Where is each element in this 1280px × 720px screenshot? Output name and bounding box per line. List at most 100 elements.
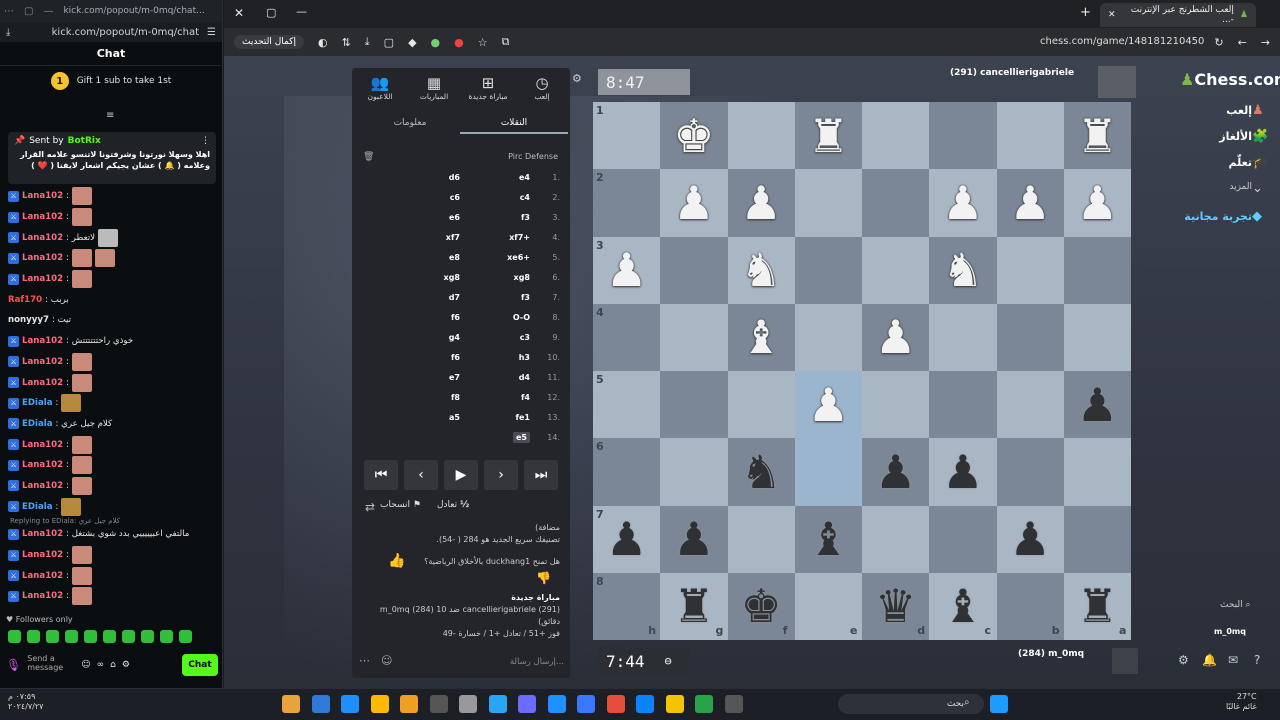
forward-icon[interactable]: → xyxy=(1261,36,1270,49)
chat-username[interactable]: Raf170 xyxy=(8,295,42,305)
black-knight-icon[interactable]: ♞ xyxy=(728,438,795,505)
help-icon[interactable]: ? xyxy=(1254,653,1260,667)
board-square[interactable] xyxy=(794,303,862,371)
sidebar-item[interactable]: إلعب xyxy=(1226,104,1252,117)
resign-button[interactable]: ⚑ انسحاب xyxy=(380,500,421,510)
black-move[interactable]: e8 xyxy=(410,253,460,262)
board-square[interactable] xyxy=(996,102,1064,170)
black-move[interactable]: d6 xyxy=(410,173,460,182)
black-pawn-icon[interactable]: ♟ xyxy=(997,506,1064,573)
white-pawn-icon[interactable]: ♟ xyxy=(862,304,929,371)
last-move-button[interactable]: ⏭ xyxy=(524,460,558,490)
settings-icon[interactable] xyxy=(429,695,448,713)
board-square[interactable] xyxy=(660,236,728,304)
black-king-icon[interactable]: ♚ xyxy=(728,573,795,640)
chat-username[interactable]: EDiala xyxy=(22,502,53,512)
restore-icon[interactable]: ▢ xyxy=(266,6,276,19)
gift-banner[interactable]: 1 Gift 1 sub to take 1st xyxy=(0,66,222,96)
black-move[interactable]: f6 xyxy=(410,313,460,322)
sliders-icon[interactable]: ⇅ xyxy=(342,36,351,49)
white-move[interactable]: xf7+ xyxy=(480,233,530,242)
folder-icon[interactable] xyxy=(665,695,684,713)
app-icon[interactable] xyxy=(341,695,359,713)
white-knight-icon[interactable]: ♞ xyxy=(929,237,996,304)
board-square[interactable] xyxy=(929,303,997,371)
chat-username[interactable]: Lana102 xyxy=(22,212,63,222)
black-move[interactable]: a5 xyxy=(410,413,460,422)
chat-username[interactable]: nonyyy7 xyxy=(8,315,49,325)
new-tab-icon[interactable]: + xyxy=(1080,5,1091,20)
emote-bar[interactable] xyxy=(8,630,192,643)
white-pawn-icon[interactable]: ♟ xyxy=(997,169,1064,236)
black-pawn-icon[interactable]: ♟ xyxy=(862,438,929,505)
user-link[interactable]: m_0mq xyxy=(1214,627,1246,636)
white-move[interactable]: xe6+ xyxy=(480,253,530,262)
emoji-icon[interactable]: ☺ xyxy=(381,654,392,667)
points-icon[interactable]: ∞ xyxy=(97,660,105,670)
opponent-avatar[interactable] xyxy=(1098,66,1136,98)
chat-username[interactable]: EDiala xyxy=(22,398,53,408)
close-window-icon[interactable]: ✕ xyxy=(234,6,244,20)
thumbs-up-icon[interactable]: 👍 xyxy=(388,553,405,569)
tab-chess[interactable]: ♟ إلعب الشطرنج عبر الإنترنت -... ✕ xyxy=(1100,3,1256,27)
black-move[interactable]: g4 xyxy=(410,333,460,342)
board-square[interactable] xyxy=(1063,505,1131,573)
board-square[interactable] xyxy=(727,371,795,439)
board-square[interactable] xyxy=(1063,236,1131,304)
first-move-button[interactable]: ⏮ xyxy=(364,460,398,490)
chat-send-button[interactable]: Chat xyxy=(182,654,218,676)
board-square[interactable] xyxy=(862,505,930,573)
gear-icon[interactable]: ⚙ xyxy=(1178,653,1189,667)
white-move[interactable]: f3 xyxy=(480,293,530,302)
tab-icon[interactable]: ⧉ xyxy=(502,35,510,49)
sidebar-item[interactable]: تعلّم xyxy=(1229,156,1252,169)
board-square[interactable] xyxy=(660,303,728,371)
message-input[interactable]: Send a message xyxy=(27,654,75,676)
sidebar-item[interactable]: الألغاز xyxy=(1219,130,1252,143)
app-icon[interactable] xyxy=(311,695,330,713)
menu-icon[interactable]: ⋯ xyxy=(4,6,14,17)
board-square[interactable] xyxy=(727,505,795,573)
prev-move-button[interactable]: ‹ xyxy=(404,460,438,490)
chat-username[interactable]: Lana102 xyxy=(22,440,63,450)
player-name[interactable]: (284) m_0mq xyxy=(1018,649,1084,659)
next-move-button[interactable]: › xyxy=(484,460,518,490)
gear-icon[interactable]: ⚙ xyxy=(572,72,582,85)
chat-username[interactable]: Lana102 xyxy=(22,571,63,581)
play-button[interactable]: ▶ xyxy=(444,460,478,490)
chrome-icon[interactable] xyxy=(606,695,625,713)
emote-icon[interactable] xyxy=(84,630,97,643)
black-move[interactable]: d7 xyxy=(410,293,460,302)
chat-username[interactable]: Lana102 xyxy=(22,191,63,201)
black-move[interactable]: xf7 xyxy=(410,233,460,242)
white-rook-icon[interactable]: ♜ xyxy=(795,102,862,169)
player-avatar[interactable] xyxy=(1112,648,1138,674)
app-icon[interactable] xyxy=(695,695,713,713)
tab-info[interactable]: معلومات xyxy=(370,118,450,128)
vlc-icon[interactable] xyxy=(400,695,418,713)
white-pawn-icon[interactable]: ♟ xyxy=(1064,169,1131,236)
nav-people[interactable]: 👥 اللاعبون xyxy=(356,74,404,101)
opponent-name[interactable]: (291) cancellierigabriele xyxy=(950,68,1074,78)
bell-icon[interactable]: 🔔 xyxy=(1202,653,1217,667)
sidebar-item[interactable]: المزيد xyxy=(1229,182,1252,192)
chat-username[interactable]: Lana102 xyxy=(22,357,63,367)
trash-icon[interactable]: 🗑 xyxy=(363,152,374,162)
board-square[interactable] xyxy=(862,371,930,439)
board-square[interactable] xyxy=(660,371,728,439)
download-icon[interactable]: ⤓ xyxy=(365,35,370,49)
white-move[interactable]: c4 xyxy=(480,193,530,202)
board-square[interactable] xyxy=(862,236,930,304)
app-icon[interactable] xyxy=(488,695,507,713)
windows-start-icon[interactable] xyxy=(990,695,1008,713)
emote-icon[interactable] xyxy=(65,630,78,643)
kick-url[interactable]: kick.com/popout/m-0mq/chat xyxy=(18,27,199,38)
search-link[interactable]: البحث ⌕ xyxy=(1220,600,1251,610)
emote-icon[interactable] xyxy=(103,630,116,643)
white-move[interactable]: c3 xyxy=(480,333,530,342)
taskbar-search[interactable]: بحث xyxy=(838,694,984,714)
edge-icon[interactable] xyxy=(636,695,654,713)
white-move[interactable]: fe1 xyxy=(480,413,530,422)
discord-icon[interactable] xyxy=(518,695,536,713)
tab-moves[interactable]: النقلات xyxy=(460,118,568,134)
